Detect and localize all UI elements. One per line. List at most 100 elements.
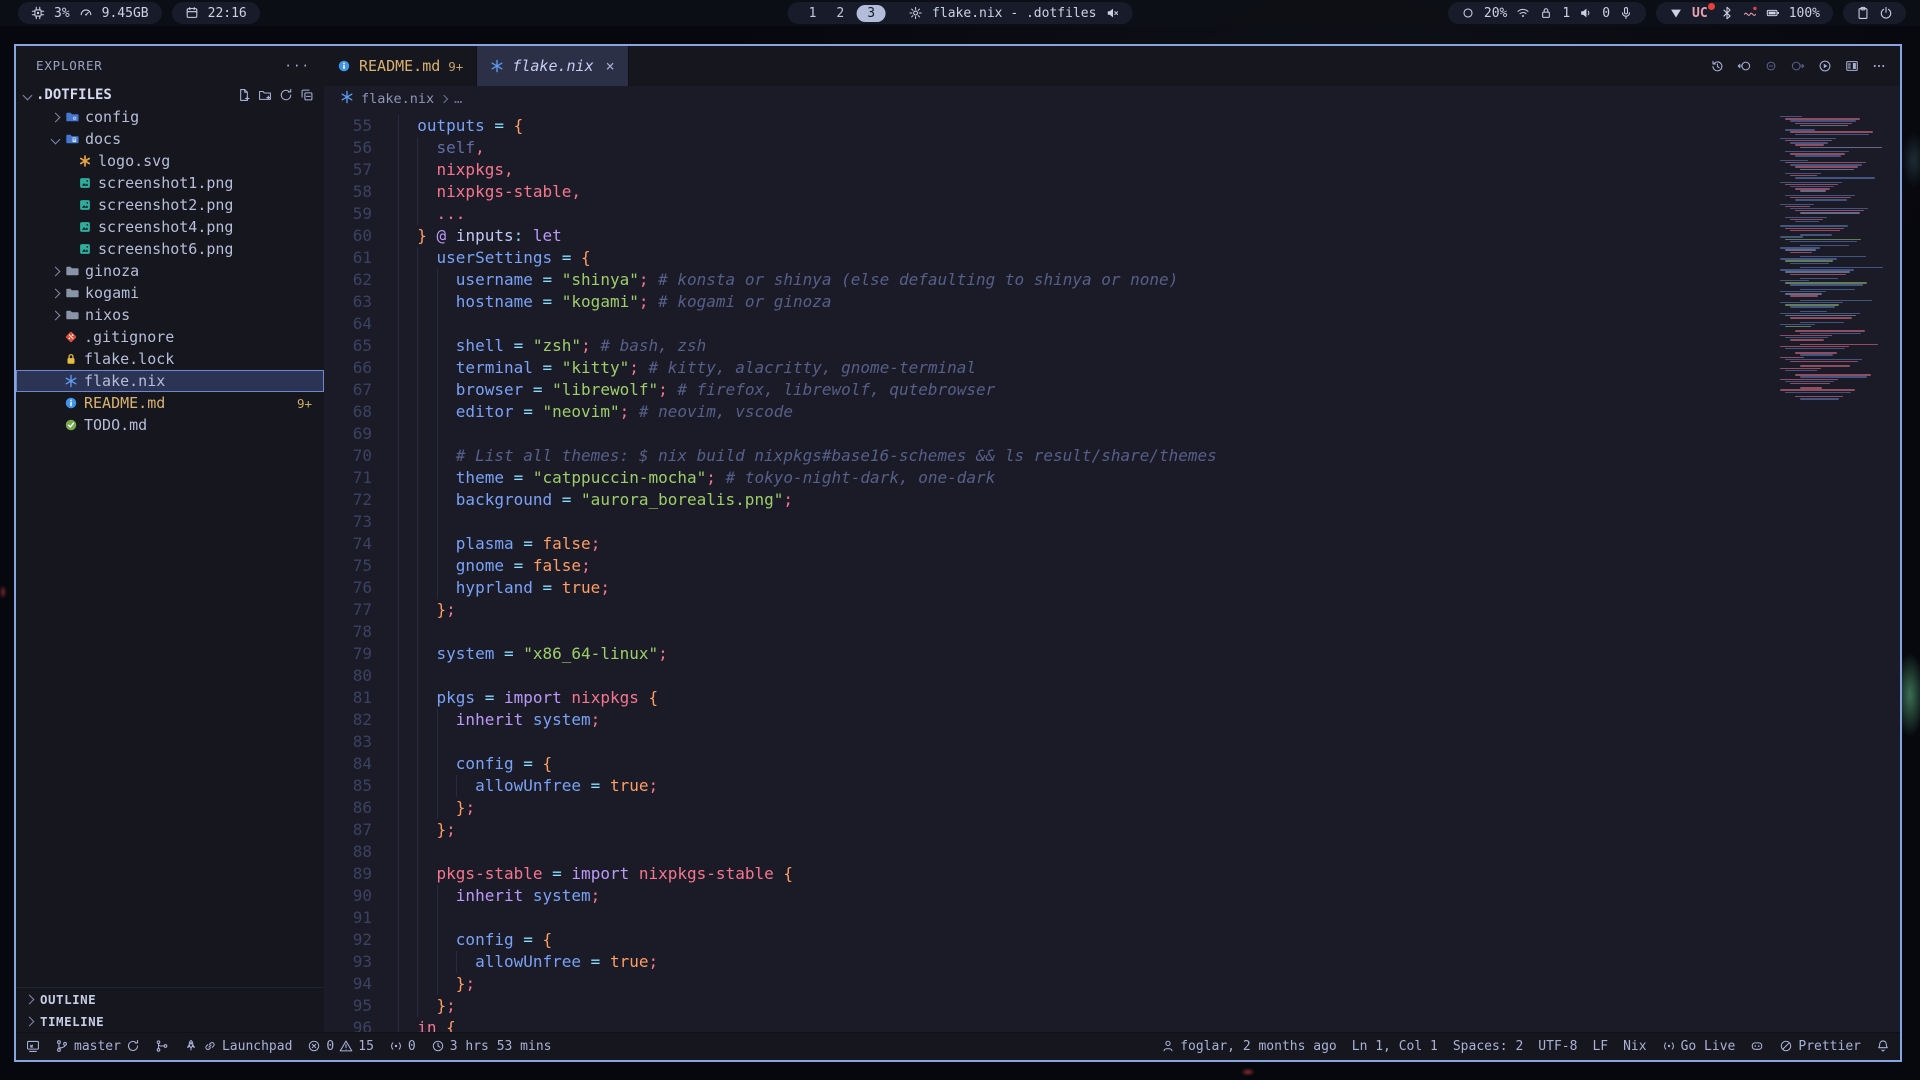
minimap-line [1785, 271, 1850, 272]
status-remote-window[interactable] [26, 1039, 40, 1053]
more-actions-icon[interactable] [1872, 59, 1886, 73]
workspace-3-active[interactable]: 3 [856, 5, 886, 22]
tab-flake.nix[interactable]: flake.nix× [477, 46, 628, 86]
minimap-line [1800, 322, 1844, 323]
status-prettier-text: Prettier [1798, 1039, 1861, 1054]
status-language-mode[interactable]: Nix [1623, 1039, 1646, 1054]
line-number: 92 [324, 929, 398, 951]
code-line-90: 90 inherit system; [324, 885, 1900, 907]
status-cursor-position[interactable]: Ln 1, Col 1 [1352, 1039, 1438, 1054]
explorer-item-config[interactable]: config [16, 106, 324, 128]
line-number: 96 [324, 1017, 398, 1032]
explorer-item-README.md[interactable]: README.md9+ [16, 392, 324, 414]
line-number: 60 [324, 225, 398, 247]
broadcast-icon [389, 1039, 403, 1053]
explorer-item-nixos[interactable]: nixos [16, 304, 324, 326]
minimap-line [1780, 389, 1855, 390]
indicator-value: 1 [1562, 6, 1570, 21]
explorer-item-flake.lock[interactable]: flake.lock [16, 348, 324, 370]
explorer-item-screenshot1.png[interactable]: screenshot1.png [16, 172, 324, 194]
workspace-switcher: 123 [801, 5, 886, 22]
indent-guide [398, 533, 399, 555]
status-eol[interactable]: LF [1592, 1039, 1608, 1054]
status-ports-text: 0 [408, 1039, 416, 1054]
indent-guide [398, 181, 399, 203]
folder-config-icon [65, 110, 79, 124]
outline-section[interactable]: OUTLINE [16, 988, 324, 1010]
session-widget[interactable] [1843, 2, 1906, 24]
folder-icon [65, 264, 79, 278]
breadcrumb[interactable]: flake.nix … [324, 86, 1900, 112]
explorer-item-TODO.md[interactable]: TODO.md [16, 414, 324, 436]
status-time-tracker[interactable]: 3 hrs 53 mins [431, 1039, 552, 1054]
split-editor-icon[interactable] [1845, 59, 1859, 73]
code-area[interactable]: 55 outputs = {56 self,57 nixpkgs,58 nixp… [324, 112, 1900, 1032]
chevron-down-icon [51, 134, 61, 144]
explorer-item-screenshot6.png[interactable]: screenshot6.png [16, 238, 324, 260]
explorer-item-.gitignore[interactable]: .gitignore [16, 326, 324, 348]
status-git-blame[interactable]: foglar, 2 months ago [1161, 1039, 1337, 1054]
status-prettier[interactable]: Prettier [1779, 1039, 1861, 1054]
status-ports[interactable]: 0 [389, 1039, 416, 1054]
status-git-graph[interactable] [155, 1039, 169, 1053]
status-copilot[interactable] [1750, 1039, 1764, 1053]
clock-widget[interactable]: 22:16 [172, 2, 260, 24]
status-problems[interactable]: 015 [307, 1039, 373, 1054]
indent-guide [398, 225, 399, 247]
minimap-line [1780, 269, 1854, 270]
status-encoding[interactable]: UTF-8 [1538, 1039, 1577, 1054]
line-number: 84 [324, 753, 398, 775]
line-content: system = "x86_64-linux"; [398, 643, 1900, 665]
explorer-more-icon[interactable]: ··· [284, 58, 310, 73]
workspace-2[interactable]: 2 [828, 6, 852, 21]
line-content: } @ inputs: let [398, 225, 1900, 247]
minimap-line [1785, 293, 1822, 294]
file-label: nixos [85, 306, 130, 324]
minimap-line [1800, 190, 1826, 191]
minimap-line [1790, 131, 1873, 132]
indent-guide [417, 599, 418, 621]
run-file-icon[interactable] [1818, 59, 1832, 73]
nav-stop-icon[interactable] [1764, 59, 1778, 73]
file-label: screenshot6.png [98, 240, 233, 258]
audio-network-widget[interactable]: 20%10 [1448, 2, 1646, 24]
explorer-item-ginoza[interactable]: ginoza [16, 260, 324, 282]
new-folder-icon[interactable] [258, 88, 272, 102]
line-content: }; [398, 599, 1900, 621]
workspace-1[interactable]: 1 [801, 6, 825, 21]
nav-forward-icon[interactable] [1791, 59, 1805, 73]
line-number: 57 [324, 159, 398, 181]
line-content [398, 907, 1900, 929]
system-stats-widget[interactable]: 3% 9.45GB [18, 2, 162, 24]
status-launchpad[interactable]: Launchpad [184, 1039, 292, 1054]
close-tab-icon[interactable]: × [606, 57, 615, 75]
line-content: }; [398, 973, 1900, 995]
new-file-icon[interactable] [237, 88, 251, 102]
nav-back-icon[interactable] [1737, 59, 1751, 73]
status-notifications[interactable] [1876, 1039, 1890, 1053]
tab-README.md[interactable]: README.md9+ [324, 46, 477, 86]
status-indentation-text: Spaces: 2 [1453, 1039, 1523, 1054]
workspace-root-row[interactable]: .DOTFILES [16, 84, 324, 106]
explorer-item-kogami[interactable]: kogami [16, 282, 324, 304]
git-branch-icon [55, 1039, 69, 1053]
indent-guide [398, 995, 399, 1017]
timeline-section[interactable]: TIMELINE [16, 1010, 324, 1032]
explorer-item-logo.svg[interactable]: logo.svg [16, 150, 324, 172]
status-indentation[interactable]: Spaces: 2 [1453, 1039, 1523, 1054]
line-number: 71 [324, 467, 398, 489]
status-go-live[interactable]: Go Live [1662, 1039, 1736, 1054]
explorer-item-docs[interactable]: docs [16, 128, 324, 150]
explorer-item-screenshot2.png[interactable]: screenshot2.png [16, 194, 324, 216]
refresh-icon[interactable] [279, 88, 293, 102]
status-git-branch[interactable]: master [55, 1039, 140, 1054]
minimap[interactable] [1780, 116, 1890, 400]
line-number: 78 [324, 621, 398, 643]
collapse-all-icon[interactable] [300, 88, 314, 102]
explorer-item-flake.nix[interactable]: flake.nix [16, 370, 324, 392]
minimap-line [1790, 383, 1830, 384]
open-timeline-icon[interactable] [1710, 59, 1724, 73]
connectivity-battery-widget[interactable]: UC100% [1656, 2, 1833, 24]
indent-guide [398, 621, 399, 643]
explorer-item-screenshot4.png[interactable]: screenshot4.png [16, 216, 324, 238]
